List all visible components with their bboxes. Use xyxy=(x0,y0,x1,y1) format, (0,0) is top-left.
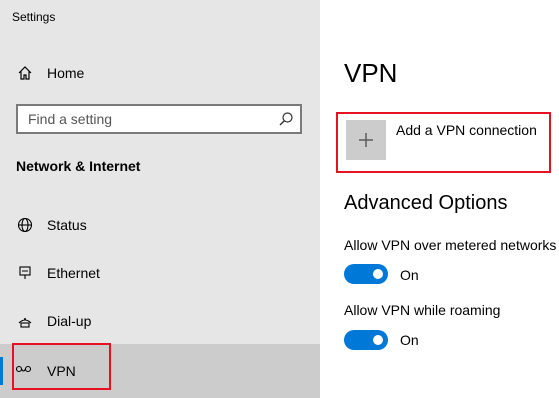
plus-icon[interactable] xyxy=(346,120,386,160)
sidebar-item-vpn[interactable]: VPN xyxy=(0,344,320,398)
search-input[interactable]: Find a setting xyxy=(16,104,302,134)
app-title: Settings xyxy=(12,10,56,24)
add-vpn-label[interactable]: Add a VPN connection xyxy=(396,122,537,138)
search-icon[interactable] xyxy=(278,111,294,127)
roaming-state: On xyxy=(400,332,419,348)
roaming-label: Allow VPN while roaming xyxy=(344,302,501,318)
metered-networks-toggle[interactable] xyxy=(344,264,388,284)
sidebar-item-status[interactable]: Status xyxy=(0,205,320,245)
sidebar: Settings Home Find a setting Network & I… xyxy=(0,0,320,398)
add-vpn-button[interactable]: Add a VPN connection xyxy=(336,112,551,173)
sidebar-item-home[interactable]: Home xyxy=(0,53,320,93)
toggle-knob xyxy=(373,269,383,279)
advanced-options-header: Advanced Options xyxy=(344,192,508,214)
search-placeholder: Find a setting xyxy=(28,111,113,127)
sidebar-item-label: Status xyxy=(47,217,87,233)
sidebar-item-ethernet[interactable]: Ethernet xyxy=(0,253,320,293)
page-title: VPN xyxy=(344,58,398,88)
sidebar-item-label: Home xyxy=(47,65,85,81)
dialup-icon xyxy=(16,312,34,330)
sidebar-item-dialup[interactable]: Dial-up xyxy=(0,301,320,341)
vpn-icon xyxy=(15,362,33,380)
sidebar-item-label: Dial-up xyxy=(47,313,92,329)
roaming-toggle[interactable] xyxy=(344,330,388,350)
toggle-knob xyxy=(373,335,383,345)
section-header: Network & Internet xyxy=(16,158,141,174)
metered-networks-label: Allow VPN over metered networks xyxy=(344,237,557,253)
globe-icon xyxy=(16,216,34,234)
metered-networks-state: On xyxy=(400,267,419,283)
home-icon xyxy=(16,64,34,82)
ethernet-icon xyxy=(16,264,34,282)
sidebar-item-label: VPN xyxy=(47,363,76,379)
selection-indicator xyxy=(0,357,3,385)
sidebar-item-label: Ethernet xyxy=(47,265,100,281)
main-content: VPN Add a VPN connection Advanced Option… xyxy=(320,0,559,398)
